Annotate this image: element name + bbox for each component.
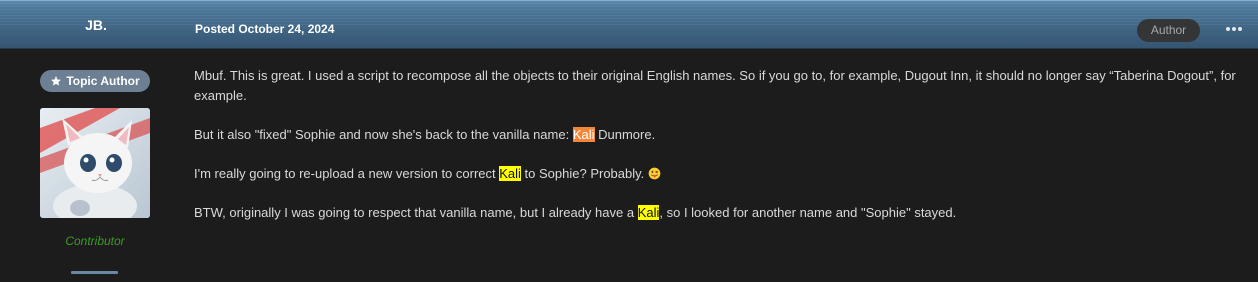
post-paragraph: I'm really going to re-upload a new vers… [194, 164, 1244, 184]
avatar[interactable] [40, 108, 150, 218]
post-paragraph: BTW, originally I was going to respect t… [194, 203, 1244, 223]
group-title: Contributor [65, 234, 125, 248]
ellipsis-icon[interactable] [1222, 19, 1246, 39]
author-panel: Topic Author Contributor [0, 49, 190, 282]
tongue-out-emoji-icon [648, 167, 661, 180]
search-highlight: Kali [637, 205, 660, 220]
post-header: JB. Posted October 24, 2024 Author [0, 0, 1258, 49]
kitten-astronaut-avatar [40, 108, 150, 218]
search-highlight: Kali [499, 166, 521, 181]
post-content: Mbuf. This is great. I used a script to … [194, 66, 1244, 242]
author-panel-divider [71, 271, 118, 274]
post-paragraph: But it also "fixed" Sophie and now she's… [194, 125, 1244, 145]
topic-author-badge: Topic Author [40, 70, 150, 92]
topic-author-label: Topic Author [66, 74, 140, 88]
search-highlight-current: Kali [572, 127, 595, 142]
post-text: BTW, originally I was going to respect t… [194, 205, 638, 220]
post-text: Dunmore. [594, 127, 656, 142]
author-name-link[interactable]: JB. [0, 1, 192, 50]
post-date[interactable]: Posted October 24, 2024 [195, 1, 334, 50]
author-badge: Author [1137, 19, 1200, 42]
post-paragraph: Mbuf. This is great. I used a script to … [194, 68, 1236, 103]
post-text: to Sophie? Probably. [520, 166, 648, 181]
forum-post: JB. Posted October 24, 2024 Author Topic… [0, 0, 1258, 282]
post-text: , so I looked for another name and "Soph… [659, 205, 957, 220]
post-text: But it also "fixed" Sophie and now she's… [194, 127, 573, 142]
star-icon [51, 76, 62, 86]
post-text: I'm really going to re-upload a new vers… [194, 166, 500, 181]
